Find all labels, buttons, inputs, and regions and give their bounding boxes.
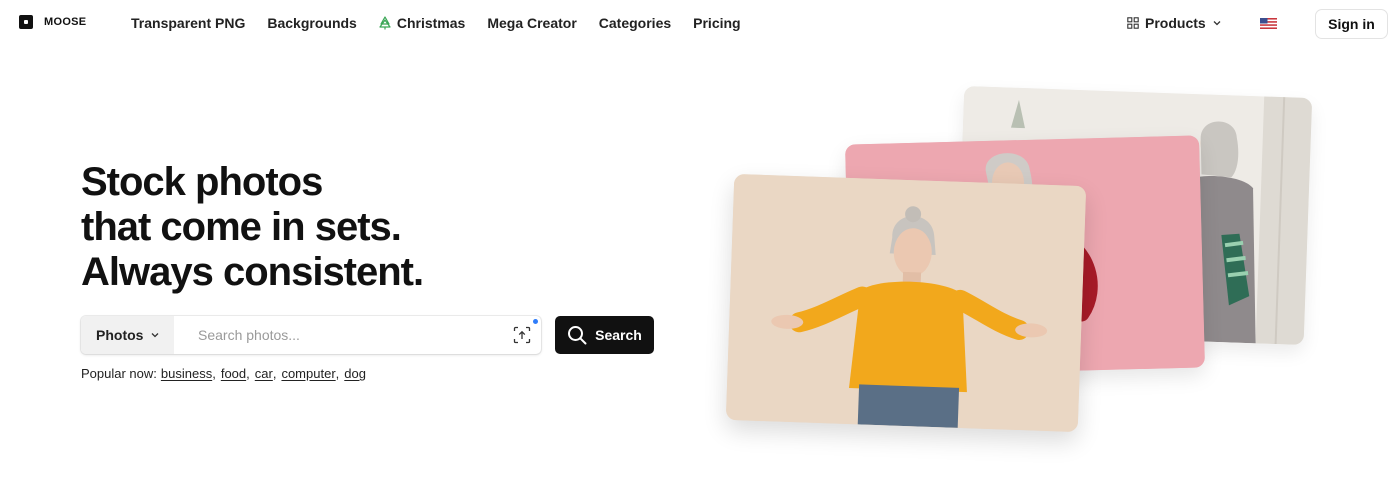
nav-categories[interactable]: Categories — [599, 15, 671, 31]
visual-search-button[interactable] — [503, 316, 541, 354]
search-button[interactable]: Search — [555, 316, 654, 354]
hero-photo-front — [725, 173, 1087, 433]
christmas-tree-icon — [379, 16, 391, 30]
search-box: Photos — [81, 316, 541, 354]
hero-headline: Stock photos that come in sets. Always c… — [81, 160, 601, 295]
search-type-dropdown[interactable]: Photos — [81, 316, 174, 354]
search-button-label: Search — [595, 327, 642, 343]
popular-term-computer[interactable]: computer — [281, 366, 335, 381]
popular-term-food[interactable]: food — [221, 366, 246, 381]
headline-line-3: Always consistent. — [81, 250, 424, 294]
popular-label: Popular now: — [81, 366, 157, 381]
products-grid-icon — [1127, 17, 1139, 29]
notification-dot — [533, 319, 538, 324]
logo-mark-icon — [19, 15, 33, 29]
nav-pricing[interactable]: Pricing — [693, 15, 740, 31]
main-nav: Transparent PNG Backgrounds Christmas Me… — [131, 15, 741, 31]
popular-term-business[interactable]: business — [161, 366, 212, 381]
nav-mega-creator[interactable]: Mega Creator — [487, 15, 576, 31]
chevron-down-icon — [1213, 21, 1221, 26]
nav-transparent-png[interactable]: Transparent PNG — [131, 15, 245, 31]
search-icon — [568, 326, 587, 345]
search-type-label: Photos — [96, 327, 144, 343]
nav-christmas[interactable]: Christmas — [379, 15, 465, 31]
headline-line-1: Stock photos — [81, 160, 323, 204]
photo-woman-shrugging — [725, 173, 1087, 433]
chevron-down-icon — [151, 333, 159, 338]
products-menu[interactable]: Products — [1127, 15, 1222, 31]
logo-text: MOOSE — [44, 16, 87, 28]
popular-searches: Popular now: business, food, car, comput… — [81, 366, 366, 381]
logo[interactable]: MOOSE — [19, 15, 86, 29]
sign-in-button[interactable]: Sign in — [1315, 9, 1388, 39]
search-input[interactable] — [174, 316, 503, 354]
visual-search-icon — [513, 326, 531, 344]
headline-line-2: that come in sets. — [81, 205, 402, 249]
products-label: Products — [1145, 15, 1206, 31]
popular-term-car[interactable]: car — [255, 366, 273, 381]
top-navbar: MOOSE Transparent PNG Backgrounds Christ… — [0, 0, 1400, 48]
us-flag-icon[interactable] — [1260, 18, 1277, 29]
popular-term-dog[interactable]: dog — [344, 366, 366, 381]
nav-backgrounds[interactable]: Backgrounds — [267, 15, 356, 31]
